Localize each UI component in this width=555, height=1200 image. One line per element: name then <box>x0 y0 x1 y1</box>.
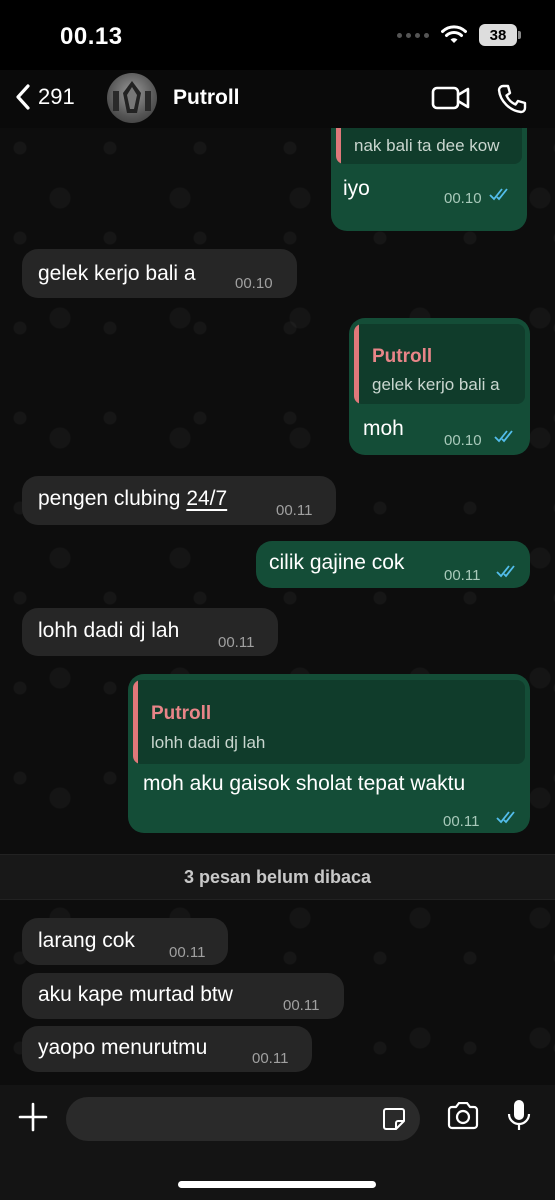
phone-icon <box>497 84 527 114</box>
status-icons: 38 <box>397 24 521 46</box>
message-time: 00.11 <box>443 813 480 830</box>
sticker-button[interactable] <box>382 1107 406 1136</box>
quote-bar <box>354 324 359 404</box>
message-time: 00.10 <box>444 432 482 449</box>
message-text: larang cok <box>38 929 135 952</box>
camera-button[interactable] <box>446 1101 480 1135</box>
message-text: moh aku gaisok sholat tepat waktu <box>143 772 466 795</box>
message-outgoing[interactable]: cilik gajine cok 00.11 <box>256 541 530 588</box>
message-text: lohh dadi dj lah <box>38 619 180 642</box>
quote-bar <box>336 128 341 164</box>
message-time: 00.11 <box>252 1050 289 1067</box>
read-receipt-icon <box>489 188 508 201</box>
camera-icon <box>447 1101 479 1130</box>
status-bar: 00.13 38 <box>0 0 555 70</box>
message-time: 00.11 <box>218 634 255 651</box>
chat-area[interactable]: Putroll nak bali ta dee kow iyo 00.10 ge… <box>0 128 555 1085</box>
avatar-image <box>113 81 151 113</box>
sticker-icon <box>383 1108 405 1130</box>
message-text-main: pengen clubing <box>38 487 181 510</box>
signal-icon <box>397 32 429 38</box>
composer-bar <box>0 1085 555 1200</box>
message-text: moh <box>363 417 404 440</box>
message-incoming[interactable]: pengen clubing 24/7 00.11 <box>22 476 336 525</box>
message-outgoing[interactable]: Putroll lohh dadi dj lah moh aku gaisok … <box>128 674 530 833</box>
back-button[interactable]: 291 <box>12 82 75 112</box>
quote-bar <box>133 680 138 764</box>
wifi-icon <box>441 25 467 43</box>
quoted-message[interactable]: Putroll nak bali ta dee kow <box>336 128 522 164</box>
battery-level: 38 <box>489 26 507 44</box>
message-link[interactable]: 24/7 <box>186 487 227 510</box>
message-text: pengen clubing 24/7 <box>38 486 227 512</box>
quote-text: nak bali ta dee kow <box>354 136 500 155</box>
video-call-button[interactable] <box>431 84 471 117</box>
quote-author: Putroll <box>151 703 212 724</box>
unread-chats-count: 291 <box>38 84 75 109</box>
message-time: 00.11 <box>169 944 206 961</box>
message-incoming[interactable]: aku kape murtad btw 00.11 <box>22 973 344 1019</box>
quoted-message[interactable]: Putroll gelek kerjo bali a <box>354 324 525 404</box>
message-incoming[interactable]: yaopo menurutmu 00.11 <box>22 1026 312 1072</box>
read-receipt-icon <box>494 430 513 443</box>
video-call-icon <box>431 86 470 110</box>
quote-author: Putroll <box>372 346 433 367</box>
message-incoming[interactable]: gelek kerjo bali a 00.10 <box>22 249 297 298</box>
message-text: gelek kerjo bali a <box>38 262 196 285</box>
message-incoming[interactable]: lohh dadi dj lah 00.11 <box>22 608 278 656</box>
attach-button[interactable] <box>18 1102 48 1137</box>
battery-icon: 38 <box>479 24 521 46</box>
message-incoming[interactable]: larang cok 00.11 <box>22 918 228 965</box>
chat-header: 291 Putroll <box>0 70 555 128</box>
avatar[interactable] <box>107 73 157 123</box>
home-indicator[interactable] <box>178 1181 376 1188</box>
message-time: 00.11 <box>276 502 313 519</box>
message-text: aku kape murtad btw <box>38 983 233 1006</box>
message-time: 00.10 <box>444 190 482 207</box>
message-outgoing[interactable]: Putroll gelek kerjo bali a moh 00.10 <box>349 318 530 455</box>
quoted-message[interactable]: Putroll lohh dadi dj lah <box>133 680 525 764</box>
back-chevron-icon <box>16 84 30 110</box>
message-input[interactable] <box>66 1097 420 1141</box>
read-receipt-icon <box>496 565 515 578</box>
message-time: 00.11 <box>444 567 481 584</box>
contact-name[interactable]: Putroll <box>173 86 240 110</box>
message-time: 00.11 <box>283 997 320 1014</box>
message-time: 00.10 <box>235 275 273 292</box>
plus-icon <box>18 1102 48 1132</box>
quote-text: gelek kerjo bali a <box>372 375 500 394</box>
message-outgoing[interactable]: Putroll nak bali ta dee kow iyo 00.10 <box>331 128 527 231</box>
voice-call-button[interactable] <box>496 83 528 120</box>
message-text: yaopo menurutmu <box>38 1036 208 1059</box>
unread-messages-banner: 3 pesan belum dibaca <box>0 854 555 900</box>
read-receipt-icon <box>496 811 515 824</box>
quote-text: lohh dadi dj lah <box>151 733 266 752</box>
microphone-icon <box>507 1100 531 1130</box>
message-text: iyo <box>343 177 370 200</box>
message-text: cilik gajine cok <box>269 551 405 574</box>
microphone-button[interactable] <box>507 1099 531 1138</box>
status-time: 00.13 <box>60 23 123 50</box>
